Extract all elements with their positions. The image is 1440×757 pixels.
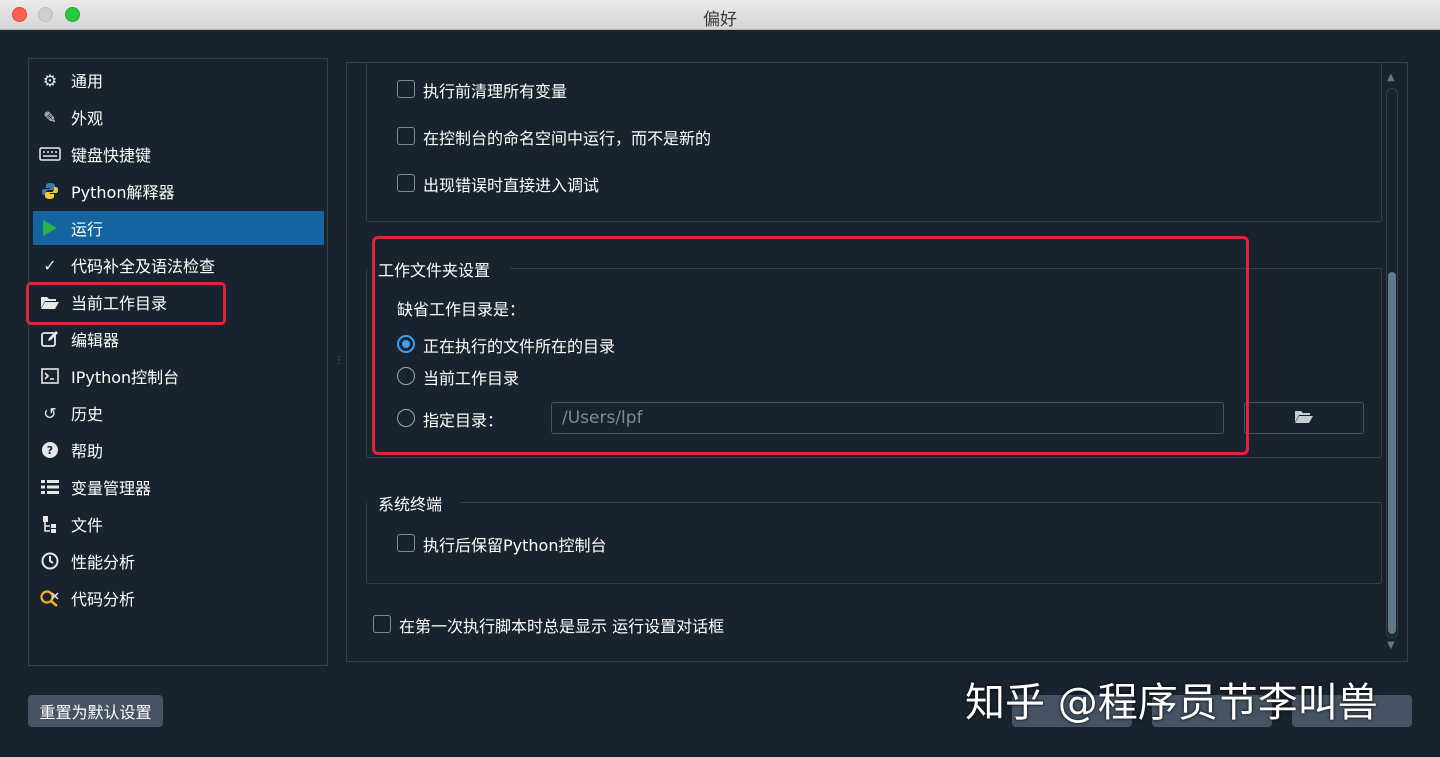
terminal-icon: [39, 365, 61, 387]
sidebar-item-general[interactable]: ⚙ 通用: [33, 63, 324, 97]
eyedropper-icon: ✎: [43, 107, 57, 127]
keyboard-icon: [39, 143, 61, 165]
sidebar-item-label: 外观: [71, 109, 104, 128]
play-icon: [39, 217, 61, 239]
sidebar-item-files[interactable]: 文件: [33, 507, 324, 541]
preferences-sidebar: ⚙ 通用 ✎ 外观 键盘快捷键 Python解释器 运行 ✓ 代码补全及语法检查…: [28, 58, 328, 666]
sidebar-item-profiler[interactable]: 性能分析: [33, 544, 324, 578]
sidebar-item-label: 代码分析: [71, 590, 136, 609]
sidebar-item-label: 通用: [71, 72, 104, 91]
sidebar-item-label: 帮助: [71, 442, 104, 461]
sidebar-item-label: 变量管理器: [71, 479, 152, 498]
sidebar-item-run[interactable]: 运行: [33, 211, 324, 245]
debug-on-error-label: 出现错误时直接进入调试: [423, 176, 600, 195]
file-tree-icon: [39, 513, 61, 535]
debug-on-error-checkbox[interactable]: [397, 174, 415, 192]
help-icon: ?: [39, 439, 61, 461]
always-show-dialog-checkbox[interactable]: [373, 615, 391, 633]
highlight-box-working-dir: [372, 236, 1249, 455]
title-bar: 偏好: [0, 0, 1440, 30]
sidebar-item-label: 运行: [71, 220, 104, 239]
code-analysis-icon: [39, 587, 61, 609]
sidebar-item-ipython-console[interactable]: IPython控制台: [33, 359, 324, 393]
sidebar-item-label: 编辑器: [71, 331, 120, 350]
clock-icon: [39, 550, 61, 572]
gears-icon: ⚙: [42, 70, 58, 90]
sidebar-item-editor[interactable]: 编辑器: [33, 322, 324, 356]
run-in-namespace-checkbox[interactable]: [397, 127, 415, 145]
history-icon: ↺: [43, 403, 57, 423]
sidebar-item-history[interactable]: ↺ 历史: [33, 396, 324, 430]
code-check-icon: ✓: [43, 255, 57, 275]
splitter-handle[interactable]: ⋮: [334, 355, 344, 369]
sidebar-item-label: 文件: [71, 516, 104, 535]
sidebar-item-variable-explorer[interactable]: 变量管理器: [33, 470, 324, 504]
sidebar-item-shortcuts[interactable]: 键盘快捷键: [33, 137, 324, 171]
sidebar-item-label: 键盘快捷键: [71, 146, 152, 165]
keep-console-checkbox[interactable]: [397, 534, 415, 552]
sidebar-item-label: Python解释器: [71, 183, 175, 202]
sidebar-item-label: IPython控制台: [71, 368, 180, 387]
sidebar-item-label: 性能分析: [71, 553, 136, 572]
watermark-text: 知乎 @程序员节李叫兽: [965, 680, 1378, 726]
svg-text:?: ?: [47, 444, 53, 457]
highlight-box-sidebar: [26, 282, 226, 325]
sidebar-item-label: 历史: [71, 405, 104, 424]
system-terminal-group-title: 系统终端: [378, 491, 451, 515]
list-icon: [39, 476, 61, 498]
keep-console-label: 执行后保留Python控制台: [423, 536, 607, 555]
scrollbar-thumb[interactable]: [1388, 272, 1396, 634]
sidebar-item-label: 代码补全及语法检查: [71, 257, 216, 276]
reset-defaults-button[interactable]: 重置为默认设置: [28, 695, 163, 727]
group-divider: [460, 502, 1382, 503]
window-title: 偏好: [703, 10, 737, 30]
scroll-down-arrow-icon[interactable]: ▼: [1387, 640, 1395, 651]
folder-open-icon: [1294, 408, 1314, 428]
sidebar-item-appearance[interactable]: ✎ 外观: [33, 100, 324, 134]
edit-icon: [39, 328, 61, 350]
scroll-up-arrow-icon[interactable]: ▲: [1387, 72, 1395, 83]
sidebar-item-python-interpreter[interactable]: Python解释器: [33, 174, 324, 208]
sidebar-item-completion-linting[interactable]: ✓ 代码补全及语法检查: [33, 248, 324, 282]
run-in-namespace-label: 在控制台的命名空间中运行，而不是新的: [423, 129, 712, 148]
sidebar-item-help[interactable]: ? 帮助: [33, 433, 324, 467]
clear-vars-label: 执行前清理所有变量: [423, 82, 568, 101]
sidebar-item-code-analysis[interactable]: 代码分析: [33, 581, 324, 615]
python-icon: [39, 180, 61, 202]
clear-vars-checkbox[interactable]: [397, 80, 415, 98]
browse-directory-button[interactable]: [1244, 402, 1364, 434]
always-show-dialog-label: 在第一次执行脚本时总是显示 运行设置对话框: [399, 617, 725, 636]
